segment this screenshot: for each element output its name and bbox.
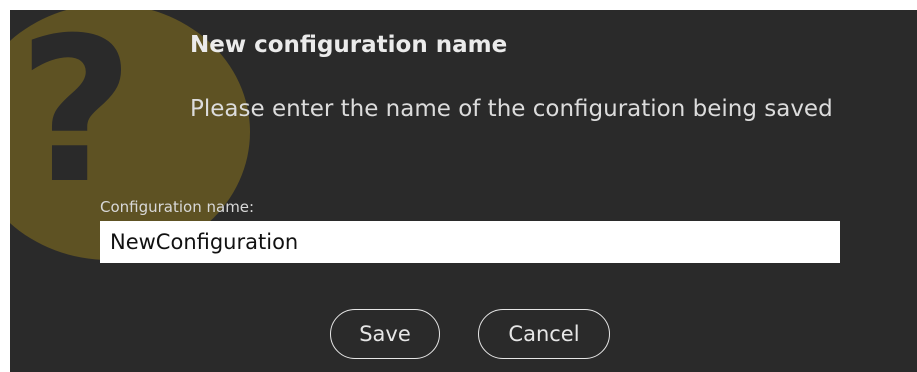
configuration-name-input[interactable]: [100, 221, 840, 263]
dialog-message: Please enter the name of the configurati…: [190, 96, 833, 122]
configuration-name-label: Configuration name:: [100, 198, 255, 216]
config-name-dialog: ? New configuration name Please enter th…: [10, 10, 917, 372]
cancel-button[interactable]: Cancel: [478, 309, 610, 359]
dialog-title: New configuration name: [190, 32, 508, 58]
save-button[interactable]: Save: [330, 309, 440, 359]
question-mark-glyph: ?: [18, 10, 135, 228]
